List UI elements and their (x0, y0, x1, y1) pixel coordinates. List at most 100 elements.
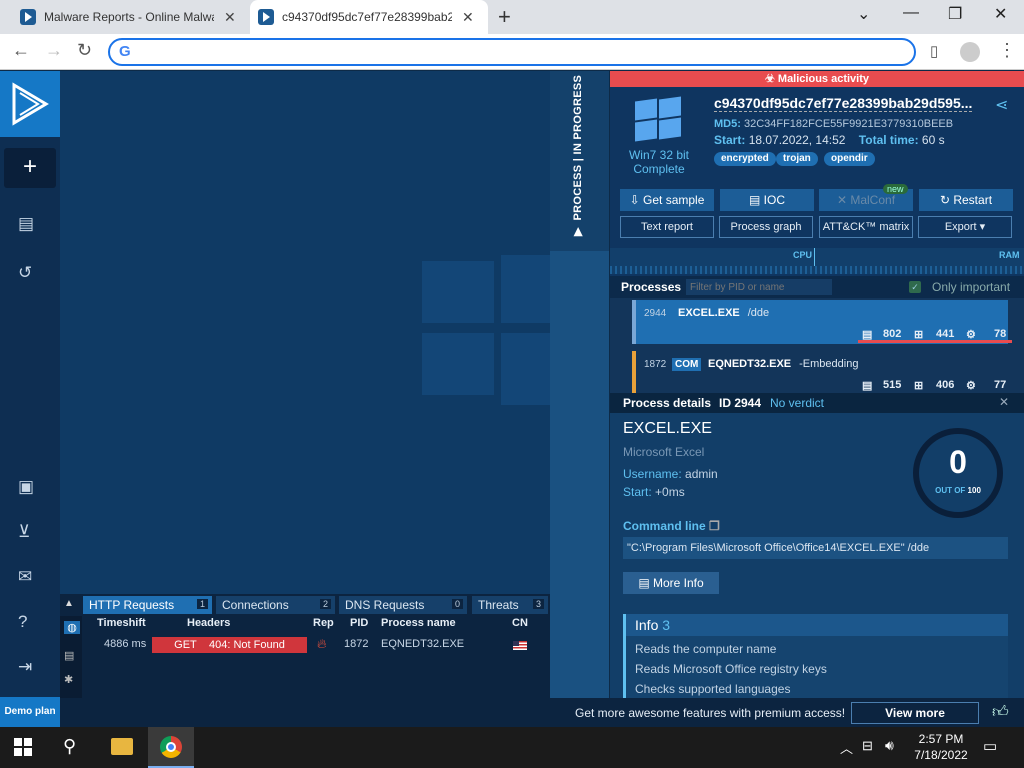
globe-icon[interactable]: ◍ (64, 621, 80, 634)
reports-icon[interactable]: ▤ (18, 214, 34, 234)
browser-tab-task[interactable]: c94370df95dc7ef77e28399bab29 ✕ (250, 0, 488, 34)
tag-opendir[interactable]: opendir (824, 152, 875, 166)
back-arrow-icon[interactable]: ← (12, 40, 30, 61)
profile-icon[interactable]: ▣ (18, 477, 34, 497)
process-name-text: EXCEL.EXE (678, 307, 740, 319)
browser-toolbar: ← → ↻ G ▯ ⋮ (0, 34, 1024, 70)
col-cn: CN (512, 617, 528, 629)
network-panel: ▲ HTTP Requests 1 Connections 2 DNS Reques… (60, 594, 550, 698)
logout-icon[interactable]: ⇥ (18, 657, 32, 677)
processes-header: Processes ✓ Only important (610, 276, 1024, 298)
collapse-arrow-icon[interactable]: ▲ (64, 598, 74, 609)
start-label: Start: (714, 133, 746, 147)
bug-icon[interactable]: ✱ (64, 673, 73, 686)
text-report-button[interactable]: Text report (620, 216, 714, 238)
browser-tab-bar: Malware Reports - Online Malwa ✕ c94370d… (0, 0, 1024, 34)
copy-icon[interactable]: ❐ (709, 519, 720, 533)
tab-label: HTTP Requests (89, 598, 175, 612)
cart-icon[interactable]: ⊻ (18, 522, 30, 542)
reload-icon[interactable]: ↻ (77, 40, 92, 61)
notification-icon[interactable]: ▭ (983, 737, 997, 755)
col-rep: Rep (313, 617, 334, 629)
app-sidebar: + ▤ ↺ ▣ ⊻ ✉ ? ⇥ Demo plan (0, 71, 60, 727)
clock[interactable]: 2:57 PM 7/18/2022 (906, 731, 976, 763)
registry-icon: ⊞ (914, 380, 924, 392)
banner-text: Malicious activity (777, 73, 869, 85)
history-icon[interactable]: ↺ (18, 263, 32, 283)
process-list: 2944 EXCEL.EXE/dde ▤ 802 ⊞ 441 ⚙ 78 1872… (610, 298, 1024, 395)
more-info-button[interactable]: ▤ More Info (623, 572, 719, 594)
details-start: Start: +0ms (623, 485, 685, 499)
minimize-button[interactable]: — (903, 4, 919, 22)
anyrun-logo[interactable] (0, 71, 60, 137)
sidepanel-icon[interactable]: ▯ (930, 42, 938, 60)
only-important-label: Only important (932, 280, 1011, 294)
task-hash-title[interactable]: c94370df95dc7ef77e28399bab29d595... (714, 95, 973, 112)
registry-count: 406 (936, 379, 955, 391)
process-row[interactable]: 1872 COM EQNEDT32.EXE -Embedding ▤ 515 ⊞ … (632, 351, 1008, 395)
command-line-value[interactable]: "C:\Program Files\Microsoft Office\Offic… (623, 537, 1008, 559)
tab-dns-requests[interactable]: DNS Requests 0 (339, 596, 467, 614)
files-count: 515 (883, 379, 902, 391)
process-row[interactable]: 2944 EXCEL.EXE/dde ▤ 802 ⊞ 441 ⚙ 78 (632, 300, 1012, 344)
http-status: 404: Not Found (209, 639, 285, 651)
volume-icon[interactable]: 🔊︎ (885, 737, 894, 754)
restart-button[interactable]: ↻ Restart (919, 189, 1013, 211)
profile-avatar[interactable] (960, 42, 980, 62)
mail-icon[interactable]: ✉ (18, 567, 32, 587)
ioc-button[interactable]: ▤ IOC (720, 189, 814, 211)
share-icon[interactable]: ⋖ (995, 95, 1008, 115)
process-filter-input[interactable] (686, 279, 832, 295)
info-item: Reads the computer name (635, 642, 777, 656)
tab-count: 0 (451, 599, 463, 609)
vm-screen[interactable] (60, 71, 561, 594)
only-important-checkbox[interactable]: ✓ (909, 281, 921, 293)
process-pid: 1872 (644, 359, 667, 370)
tab-threats[interactable]: Threats 3 (472, 596, 548, 614)
new-badge: new (883, 184, 908, 194)
tag-trojan[interactable]: trojan (776, 152, 818, 166)
details-verdict: No verdict (770, 396, 825, 410)
button-label: Get sample (643, 193, 705, 207)
info-header[interactable]: Info 3 (626, 614, 1008, 636)
view-more-button[interactable]: View more (851, 702, 979, 724)
tab-http-requests[interactable]: HTTP Requests 1 (83, 596, 212, 614)
search-icon[interactable]: ⚲ (63, 736, 76, 757)
browser-tab-reports[interactable]: Malware Reports - Online Malwa ✕ (12, 0, 244, 34)
get-sample-button[interactable]: ⇩ Get sample (620, 189, 714, 211)
premium-bar: Get more awesome features with premium a… (60, 698, 1024, 727)
maximize-button[interactable]: ❐ (948, 4, 962, 24)
chevron-down-icon[interactable]: ⌄ (857, 4, 870, 24)
thumbs-up-icon[interactable]: 👍︎ (992, 703, 1009, 722)
file-explorer-icon[interactable] (111, 738, 133, 755)
file-icon[interactable]: ▤ (64, 649, 74, 662)
attck-matrix-button[interactable]: ATT&CK™ matrix (819, 216, 913, 238)
address-bar[interactable]: G (108, 38, 916, 66)
http-method: GET (174, 639, 197, 651)
process-strip[interactable]: ▶ PROCESS | IN PROGRESS (550, 71, 609, 698)
export-button[interactable]: Export ▾ (918, 216, 1012, 238)
process-name: EQNEDT32.EXE -Embedding (708, 358, 858, 370)
close-tab-icon[interactable]: ✕ (224, 9, 236, 26)
menu-dots-icon[interactable]: ⋮ (998, 40, 1016, 61)
md5-value: 32C34FF182FCE55F9921E3779310BEEB (743, 118, 954, 130)
help-icon[interactable]: ? (18, 612, 27, 632)
close-window-button[interactable]: ✕ (994, 4, 1007, 24)
http-request-row[interactable]: GET 404: Not Found (152, 637, 307, 653)
close-tab-icon[interactable]: ✕ (462, 9, 474, 26)
start-value: 18.07.2022, 14:52 (748, 133, 846, 147)
tab-connections[interactable]: Connections 2 (216, 596, 335, 614)
tag-encrypted[interactable]: encrypted (714, 152, 776, 166)
registry-count: 441 (936, 328, 955, 340)
new-tab-button[interactable]: + (498, 4, 511, 30)
network-icon[interactable]: ⊟ (862, 738, 873, 754)
chrome-taskbar-button[interactable] (148, 727, 194, 768)
tray-chevron-icon[interactable]: ︿ (840, 738, 853, 757)
demo-plan-label[interactable]: Demo plan (0, 697, 60, 727)
windows-start-icon[interactable] (14, 738, 32, 756)
tab-label: Threats (478, 598, 519, 612)
close-icon[interactable]: ✕ (999, 395, 1009, 409)
process-graph-button[interactable]: Process graph (719, 216, 813, 238)
new-task-button[interactable]: + (4, 148, 56, 188)
forward-arrow-icon[interactable]: → (45, 40, 63, 61)
